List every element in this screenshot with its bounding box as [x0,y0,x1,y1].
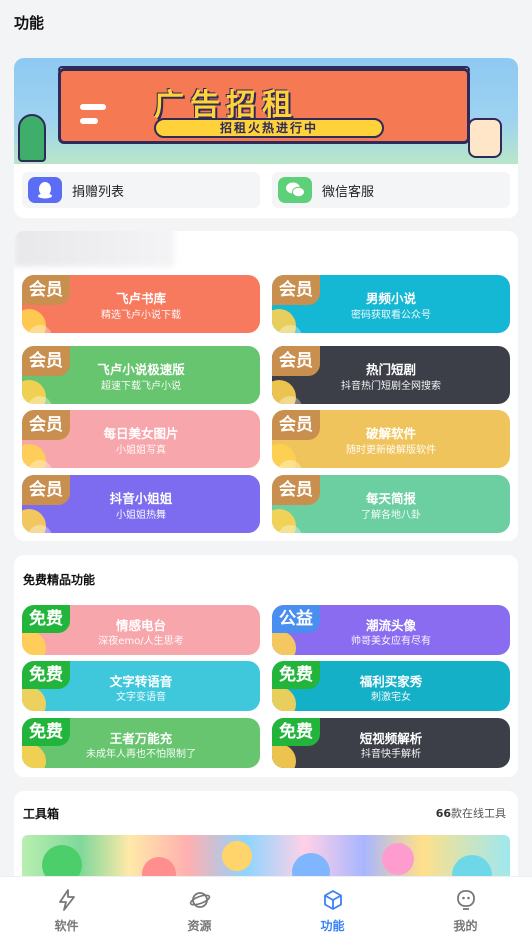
wechat-service-button[interactable]: 微信客服 [272,172,510,208]
donation-list-label: 捐赠列表 [72,184,125,200]
profile-icon [456,890,475,910]
tile-title: 飞卢书库 [115,291,166,306]
qq-penguin-icon [28,177,62,203]
hand-illustration [468,118,502,158]
tile-desc: 帅哥美女应有尽有 [351,636,431,647]
tile-title: 抖音小姐姐 [109,491,173,506]
tile-desc: 抖音热门短剧全网搜索 [341,381,441,392]
member-tile[interactable]: 会员 男频小说 密码获取看公众号 [272,275,510,333]
member-tile[interactable]: 会员 每天简报 了解各地八卦 [272,475,510,533]
member-tile[interactable]: 会员 抖音小姐姐 小姐姐热舞 [22,475,260,533]
page-title: 功能 [14,14,45,32]
banner-card: 广告招租 招租火热进行中 捐赠列表 微信客服 [14,58,518,218]
nav-features[interactable]: 功能 [266,877,399,946]
tile-title: 每日美女图片 [103,426,179,441]
tile-desc: 小姐姐热舞 [116,510,166,521]
tile-desc: 深夜emo/人生思考 [98,636,184,647]
free-tile[interactable]: 免费 短视频解析 抖音快手解析 [272,718,510,768]
nav-software-label: 软件 [54,919,79,933]
nav-profile-label: 我的 [453,919,478,933]
toolbox-title: 工具箱 [23,807,60,821]
donation-list-button[interactable]: 捐赠列表 [22,172,260,208]
free-tile[interactable]: 公益 潮流头像 帅哥美女应有尽有 [272,605,510,655]
tile-desc: 超速下载飞卢小说 [101,381,181,392]
member-tile[interactable]: 会员 破解软件 随时更新破解版软件 [272,410,510,468]
tile-desc: 文字变语音 [116,692,166,703]
tile-title: 热门短剧 [365,362,416,377]
tile-desc: 刺激宅女 [371,692,411,703]
tile-title: 每天简报 [365,491,416,506]
tile-desc: 随时更新破解版软件 [346,445,436,456]
cube-icon [323,890,342,910]
blurred-header [14,231,174,267]
bottom-nav: 软件 资源 功能 我的 [0,876,532,946]
tile-desc: 抖音快手解析 [361,749,421,760]
free-tile[interactable]: 免费 福利买家秀 刺激宅女 [272,661,510,711]
wechat-service-label: 微信客服 [322,184,375,200]
ad-banner[interactable]: 广告招租 招租火热进行中 [14,58,518,164]
lightning-icon [58,889,75,911]
free-tile[interactable]: 免费 文字转语音 文字变语音 [22,661,260,711]
tile-desc: 精选飞卢小说下载 [101,310,181,321]
free-tile[interactable]: 免费 王者万能充 未成年人再也不怕限制了 [22,718,260,768]
tool-count: 66款在线工具 [436,805,506,821]
wechat-icon [278,177,312,203]
member-tile[interactable]: 会员 飞卢书库 精选飞卢小说下载 [22,275,260,333]
free-section-title: 免费精品功能 [23,573,96,587]
tile-title: 男频小说 [365,291,416,306]
tile-desc: 未成年人再也不怕限制了 [86,749,196,760]
tile-title: 飞卢小说极速版 [97,362,185,377]
tool-count-suffix: 款在线工具 [451,807,506,820]
nav-features-label: 功能 [320,919,345,933]
member-tile[interactable]: 会员 热门短剧 抖音热门短剧全网搜索 [272,346,510,404]
nav-resources[interactable]: 资源 [133,877,266,946]
tool-count-number: 66 [435,807,451,820]
tile-desc: 了解各地八卦 [361,510,421,521]
tile-desc: 小姐姐写真 [116,445,166,456]
nav-software[interactable]: 软件 [0,877,133,946]
banner-subline: 招租火热进行中 [154,118,384,138]
nav-resources-label: 资源 [187,919,212,933]
tile-title: 破解软件 [365,426,416,441]
member-tile[interactable]: 会员 飞卢小说极速版 超速下载飞卢小说 [22,346,260,404]
plant-illustration [18,114,46,162]
free-tile[interactable]: 免费 情感电台 深夜emo/人生思考 [22,605,260,655]
tile-desc: 密码获取看公众号 [351,310,431,321]
planet-icon [189,892,210,908]
nav-profile[interactable]: 我的 [399,877,532,946]
member-tile[interactable]: 会员 每日美女图片 小姐姐写真 [22,410,260,468]
